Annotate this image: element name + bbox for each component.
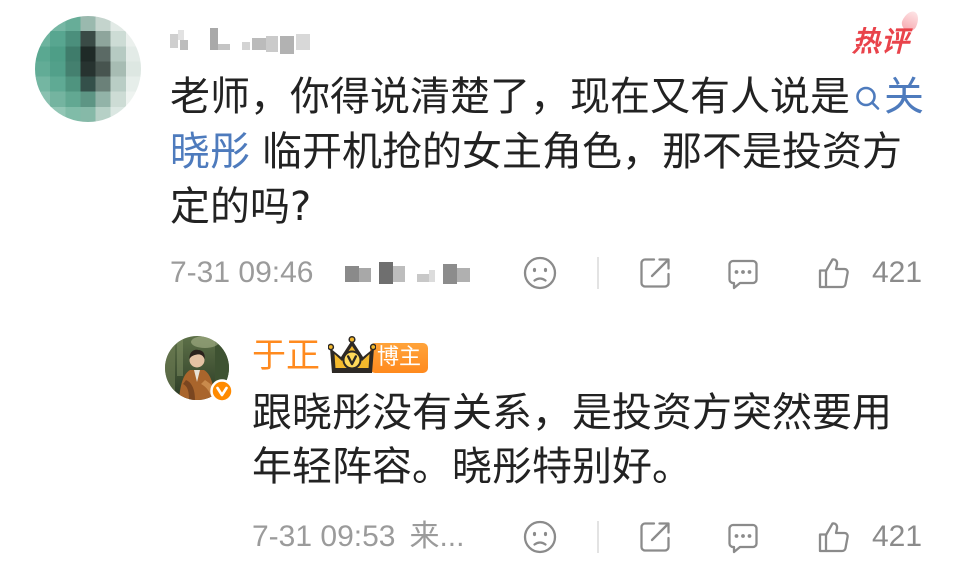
topic-search-link-start[interactable]: 关 (850, 74, 924, 120)
reaction-face-icon (523, 256, 557, 290)
share-icon (640, 258, 670, 288)
topic-link-text: 关 (884, 74, 924, 120)
reply-timestamp: 7-31 09:53 (252, 520, 396, 553)
like-count: 421 (872, 520, 923, 553)
reaction-face-icon (523, 520, 557, 554)
comment-text-segment: 老师，你得说清楚了，现在又有人说是 (170, 74, 850, 120)
share-button[interactable] (637, 519, 673, 555)
comment-thread: 热评 老师，你得说清楚了，现在又有人说是关 晓彤 临开机抢的女主角色，那不是投资方… (0, 0, 960, 578)
commenter-username-obscured[interactable] (170, 28, 312, 54)
reaction-button[interactable] (522, 519, 558, 555)
reply-text-line: 跟晓彤没有关系，是投资方突然要用 (252, 390, 892, 436)
comment-icon (728, 259, 758, 290)
comment-text-segment: 临开机抢的女主角色，那不是投资方 (262, 129, 902, 175)
reply-text-line: 年轻阵容。晓彤特别好。 (252, 444, 692, 490)
reply-location: 来... (409, 520, 465, 553)
comment-meta: 7-31 09:46 (170, 255, 313, 291)
comment-text-segment: 定的吗? (170, 184, 312, 230)
comment-icon (728, 523, 758, 554)
like-icon (818, 522, 849, 553)
share-icon (640, 522, 670, 552)
reply-author-name[interactable]: 于正 (252, 336, 320, 376)
share-button[interactable] (637, 255, 673, 291)
verified-icon (210, 379, 234, 403)
search-icon (856, 86, 880, 110)
reaction-button[interactable] (522, 255, 558, 291)
comment-text-line: 老师，你得说清楚了，现在又有人说是关 (170, 70, 950, 125)
action-divider (597, 521, 599, 553)
topic-search-link-end[interactable]: 晓彤 (170, 129, 250, 175)
comment-timestamp: 7-31 09:46 (170, 256, 314, 289)
comment-text-line: 定的吗? (170, 180, 950, 235)
like-button[interactable]: 421 (816, 255, 928, 291)
commenter-avatar[interactable] (35, 16, 141, 122)
comment-location-obscured (345, 260, 470, 287)
comment-button[interactable] (725, 519, 761, 555)
crown-icon (328, 335, 376, 377)
reply-text: 跟晓彤没有关系，是投资方突然要用 年轻阵容。晓彤特别好。 (252, 386, 952, 494)
like-button[interactable]: 421 (816, 519, 928, 555)
comment-text-line: 晓彤 临开机抢的女主角色，那不是投资方 (170, 125, 950, 180)
comment-text: 老师，你得说清楚了，现在又有人说是关 晓彤 临开机抢的女主角色，那不是投资方 定的… (170, 70, 950, 235)
action-divider (597, 257, 599, 289)
comment-button[interactable] (725, 255, 761, 291)
like-count: 421 (872, 256, 923, 289)
like-icon (818, 258, 849, 289)
host-badge: 博主 (370, 343, 429, 373)
hot-comment-badge: 热评 (852, 25, 911, 58)
reply-meta: 7-31 09:53 来... (252, 519, 464, 555)
